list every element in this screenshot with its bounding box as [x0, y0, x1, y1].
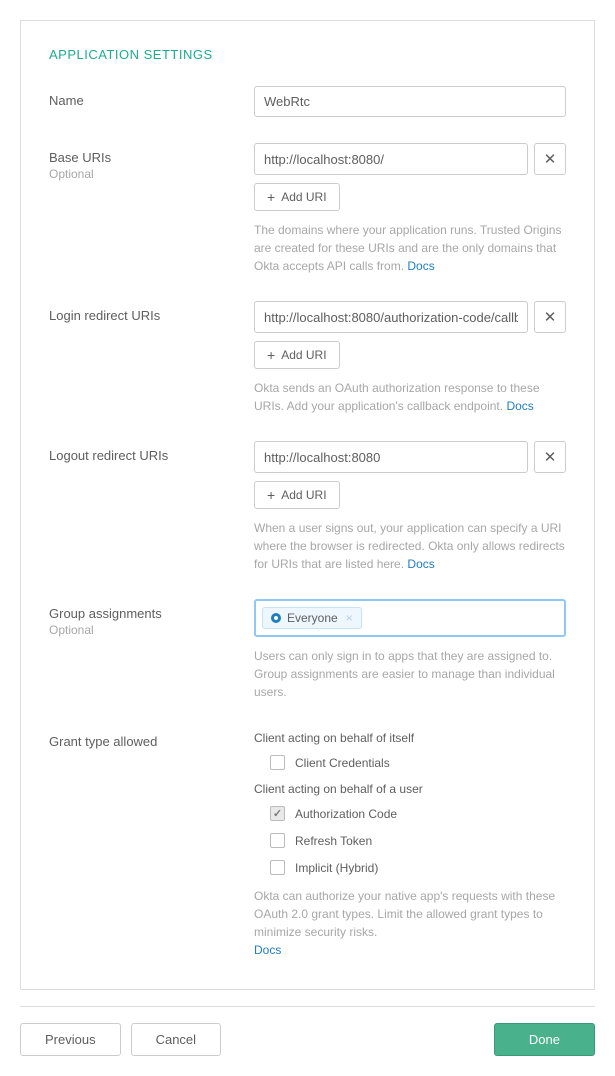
- previous-button[interactable]: Previous: [20, 1023, 121, 1056]
- checkbox-refresh-token-row: Refresh Token: [270, 833, 566, 848]
- field-logout-redirect: Logout redirect URIs ✕ + Add URI When a …: [49, 441, 566, 573]
- field-base-uris: Base URIs Optional ✕ + Add URI The domai…: [49, 143, 566, 275]
- group-assignments-input[interactable]: Everyone ×: [254, 599, 566, 637]
- field-name: Name: [49, 86, 566, 117]
- logout-redirect-docs-link[interactable]: Docs: [407, 557, 434, 571]
- login-redirect-remove-button[interactable]: ✕: [534, 301, 566, 333]
- done-button[interactable]: Done: [494, 1023, 595, 1056]
- logout-redirect-label: Logout redirect URIs: [49, 448, 254, 463]
- field-group-assignments: Group assignments Optional Everyone × Us…: [49, 599, 566, 701]
- field-grant-type: Grant type allowed Client acting on beha…: [49, 727, 566, 959]
- login-redirect-help: Okta sends an OAuth authorization respon…: [254, 379, 566, 415]
- base-uris-docs-link[interactable]: Docs: [407, 259, 434, 273]
- checkbox-client-credentials[interactable]: [270, 755, 285, 770]
- add-uri-label: Add URI: [281, 488, 326, 502]
- checkbox-authorization-code[interactable]: [270, 806, 285, 821]
- plus-icon: +: [267, 190, 275, 204]
- base-uri-input[interactable]: [254, 143, 528, 175]
- name-label: Name: [49, 93, 254, 108]
- cancel-button[interactable]: Cancel: [131, 1023, 221, 1056]
- checkbox-client-credentials-row: Client Credentials: [270, 755, 566, 770]
- logout-redirect-help: When a user signs out, your application …: [254, 519, 566, 573]
- close-icon: ✕: [544, 448, 557, 466]
- footer: Previous Cancel Done: [20, 1006, 595, 1056]
- chip-label: Everyone: [287, 611, 338, 625]
- field-login-redirect: Login redirect URIs ✕ + Add URI Okta sen…: [49, 301, 566, 415]
- add-uri-label: Add URI: [281, 190, 326, 204]
- checkbox-label: Implicit (Hybrid): [295, 861, 378, 875]
- section-title: APPLICATION SETTINGS: [49, 47, 566, 62]
- base-uris-help: The domains where your application runs.…: [254, 221, 566, 275]
- add-logout-redirect-button[interactable]: + Add URI: [254, 481, 340, 509]
- settings-panel: APPLICATION SETTINGS Name Base URIs Opti…: [20, 20, 595, 990]
- base-uris-label: Base URIs: [49, 150, 254, 165]
- group-icon: [271, 613, 281, 623]
- grant-type-docs-link[interactable]: Docs: [254, 943, 281, 957]
- checkbox-label: Refresh Token: [295, 834, 372, 848]
- add-login-redirect-button[interactable]: + Add URI: [254, 341, 340, 369]
- group-assignments-optional: Optional: [49, 623, 254, 637]
- base-uri-remove-button[interactable]: ✕: [534, 143, 566, 175]
- add-uri-label: Add URI: [281, 348, 326, 362]
- grant-user-header: Client acting on behalf of a user: [254, 782, 566, 796]
- group-assignments-label: Group assignments: [49, 606, 254, 621]
- add-base-uri-button[interactable]: + Add URI: [254, 183, 340, 211]
- chip-remove-icon[interactable]: ×: [346, 611, 353, 625]
- group-chip-everyone: Everyone ×: [262, 607, 362, 629]
- grant-self-header: Client acting on behalf of itself: [254, 731, 566, 745]
- checkbox-authorization-code-row: Authorization Code: [270, 806, 566, 821]
- checkbox-refresh-token[interactable]: [270, 833, 285, 848]
- group-assignments-help: Users can only sign in to apps that they…: [254, 647, 566, 701]
- grant-type-help: Okta can authorize your native app's req…: [254, 887, 566, 959]
- checkbox-label: Authorization Code: [295, 807, 397, 821]
- close-icon: ✕: [544, 308, 557, 326]
- close-icon: ✕: [544, 150, 557, 168]
- logout-redirect-remove-button[interactable]: ✕: [534, 441, 566, 473]
- plus-icon: +: [267, 348, 275, 362]
- name-input[interactable]: [254, 86, 566, 117]
- checkbox-label: Client Credentials: [295, 756, 390, 770]
- login-redirect-input[interactable]: [254, 301, 528, 333]
- grant-type-label: Grant type allowed: [49, 734, 254, 749]
- checkbox-implicit-hybrid[interactable]: [270, 860, 285, 875]
- login-redirect-docs-link[interactable]: Docs: [506, 399, 533, 413]
- checkbox-implicit-hybrid-row: Implicit (Hybrid): [270, 860, 566, 875]
- login-redirect-label: Login redirect URIs: [49, 308, 254, 323]
- logout-redirect-input[interactable]: [254, 441, 528, 473]
- plus-icon: +: [267, 488, 275, 502]
- base-uris-optional: Optional: [49, 167, 254, 181]
